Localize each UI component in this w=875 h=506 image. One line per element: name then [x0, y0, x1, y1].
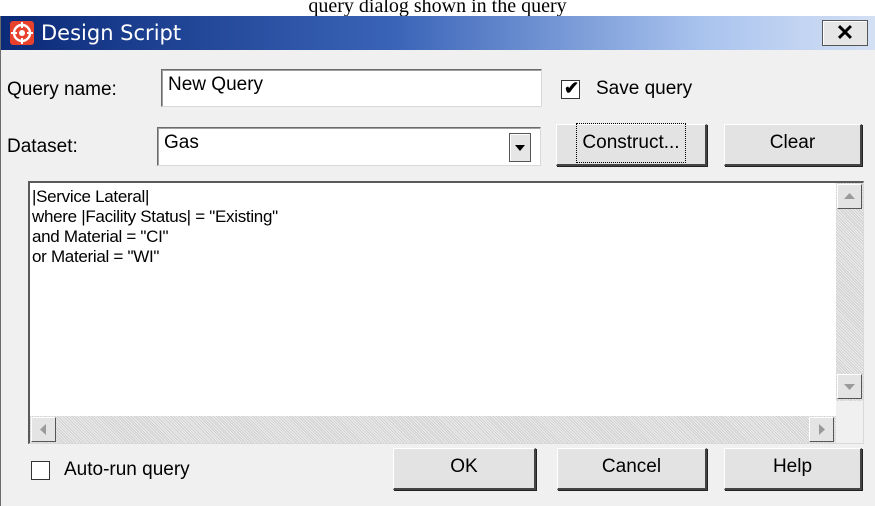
script-line: |Service Lateral|: [32, 187, 150, 206]
cancel-button[interactable]: Cancel: [557, 448, 707, 490]
query-name-label: Query name:: [7, 79, 117, 100]
construct-button[interactable]: Construct...: [556, 123, 707, 166]
query-name-input[interactable]: New Query: [161, 69, 542, 107]
dataset-combobox[interactable]: Gas: [157, 127, 541, 166]
arrow-down-icon: [844, 384, 855, 390]
script-text: |Service Lateral| where |Facility Status…: [32, 187, 278, 267]
design-script-app-icon: [10, 21, 34, 45]
title-bar[interactable]: Design Script ✕: [1, 16, 875, 50]
top-caption-fragment: query dialog shown in the query: [308, 0, 567, 16]
scroll-down-button[interactable]: [837, 374, 862, 399]
clear-button[interactable]: Clear: [724, 124, 862, 166]
query-name-value: New Query: [168, 74, 264, 95]
scroll-right-button[interactable]: [809, 417, 834, 442]
save-query-label: Save query: [596, 78, 693, 99]
arrow-right-icon: [819, 424, 825, 435]
vertical-scrollbar[interactable]: [836, 183, 863, 402]
construct-button-label: Construct...: [576, 123, 686, 163]
ok-button-label: OK: [450, 456, 478, 477]
help-button[interactable]: Help: [724, 448, 862, 490]
cancel-button-label: Cancel: [601, 456, 662, 477]
scrollbar-corner: [836, 401, 863, 443]
script-line: and Material = "CI": [32, 227, 169, 246]
design-script-dialog: Design Script ✕ Query name: New Query ✔ …: [0, 16, 875, 506]
ok-button[interactable]: OK: [393, 448, 536, 490]
window-title: Design Script: [41, 21, 182, 45]
dataset-dropdown-button[interactable]: [509, 133, 531, 162]
auto-run-label: Auto-run query: [64, 459, 190, 480]
clear-button-label: Clear: [769, 132, 816, 153]
auto-run-checkbox[interactable]: [31, 461, 50, 480]
scroll-left-button[interactable]: [31, 417, 56, 442]
checkmark-icon: ✔: [564, 78, 580, 98]
save-query-checkbox[interactable]: ✔: [561, 78, 580, 99]
script-line: where |Facility Status| = "Existing": [32, 207, 278, 226]
close-icon: ✕: [835, 20, 855, 45]
arrow-left-icon: [40, 424, 46, 435]
close-button[interactable]: ✕: [822, 20, 868, 46]
dataset-value: Gas: [164, 132, 199, 153]
chevron-down-icon: [515, 145, 525, 151]
scroll-up-button[interactable]: [837, 184, 862, 209]
horizontal-scrollbar[interactable]: [30, 416, 837, 443]
script-editor[interactable]: |Service Lateral| where |Facility Status…: [28, 181, 864, 444]
arrow-up-icon: [844, 193, 855, 199]
help-button-label: Help: [772, 456, 813, 477]
script-line: or Material = "WI": [32, 247, 160, 266]
dataset-label: Dataset:: [7, 136, 78, 157]
